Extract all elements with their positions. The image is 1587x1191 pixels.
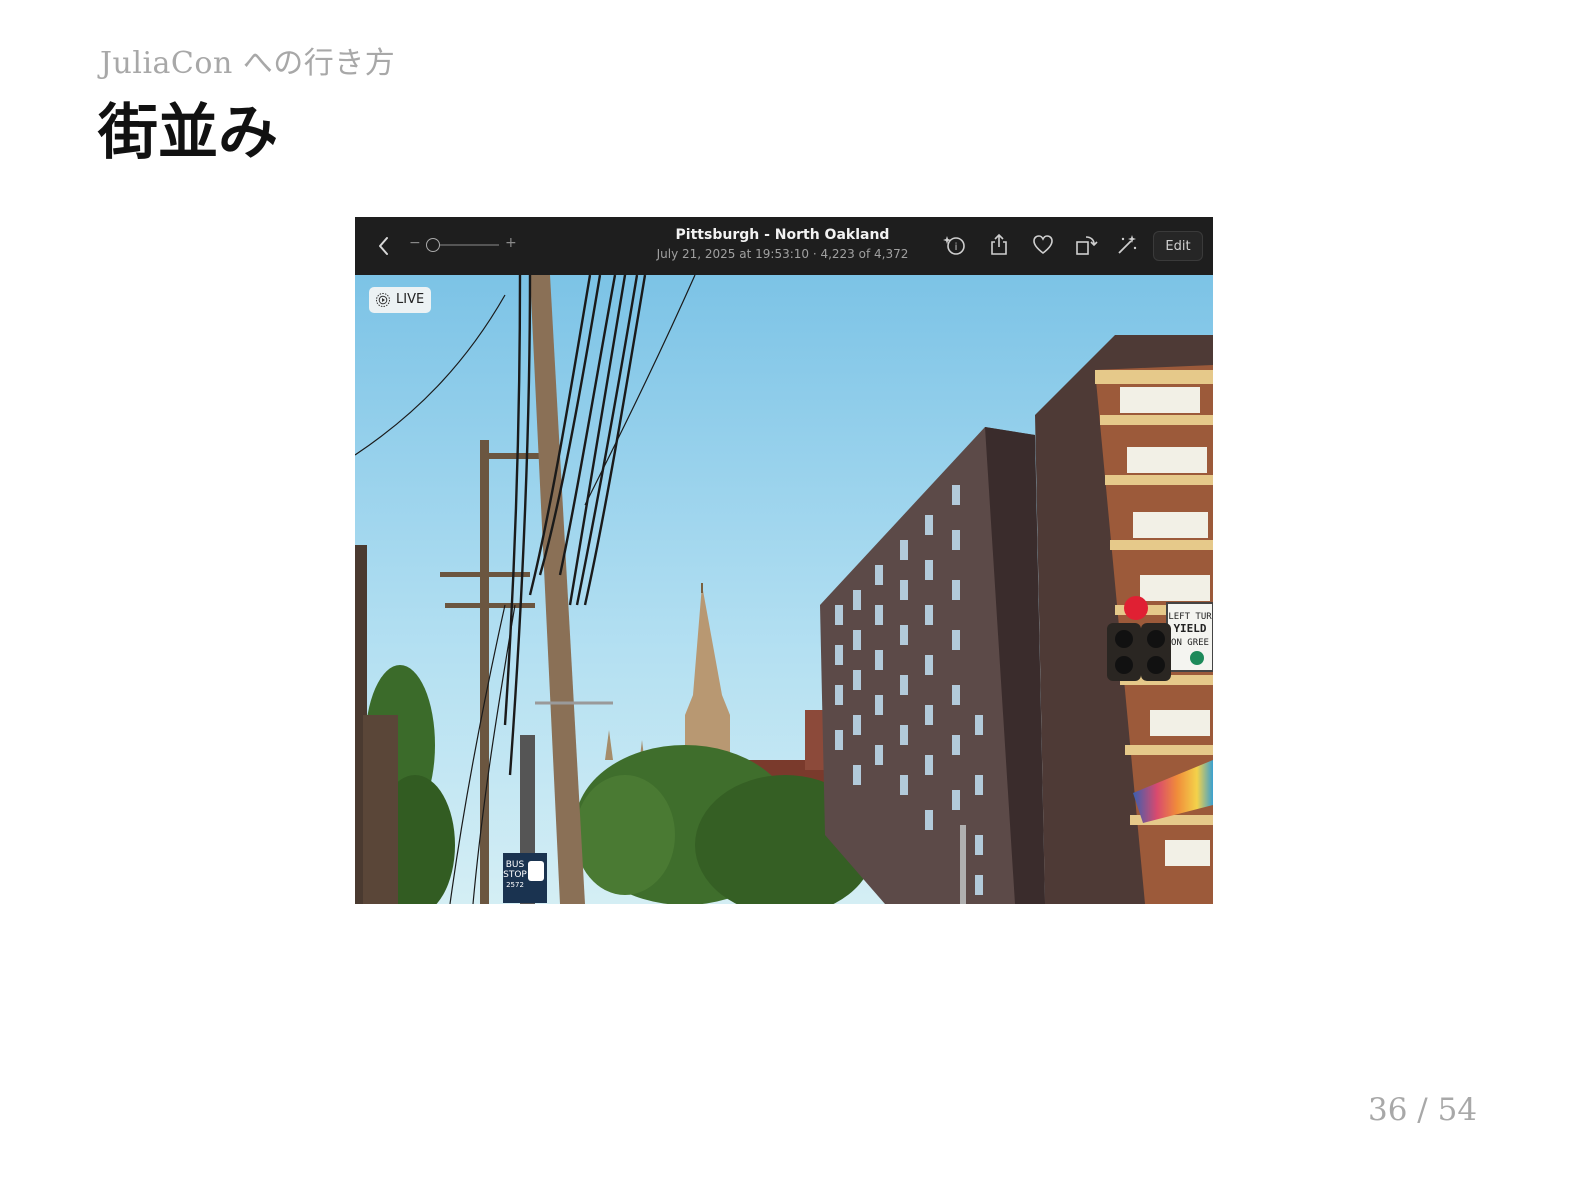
- rotate-icon[interactable]: [1074, 233, 1098, 257]
- slide-title: 街並み: [98, 98, 278, 168]
- favorite-heart-icon[interactable]: [1031, 233, 1055, 257]
- zoom-out-icon[interactable]: −: [409, 235, 421, 251]
- zoom-slider-knob[interactable]: [426, 238, 440, 252]
- photo-viewer-toolbar: − + Pittsburgh - North Oakland July 21, …: [355, 217, 1213, 275]
- bus-stop-line-2: STOP: [503, 870, 527, 880]
- slide-subtitle: JuliaCon への行き方: [100, 46, 396, 81]
- page-number: 36 / 54: [1368, 1092, 1478, 1128]
- live-photo-badge[interactable]: LIVE: [369, 287, 431, 313]
- photo-meta: July 21, 2025 at 19:53:10 · 4,223 of 4,3…: [656, 247, 909, 261]
- bus-stop-line-3: 2572: [506, 881, 524, 889]
- live-badge-label: LIVE: [396, 292, 425, 307]
- photos-app-window: − + Pittsburgh - North Oakland July 21, …: [355, 217, 1213, 904]
- edit-button[interactable]: Edit: [1153, 231, 1203, 261]
- street-photo-image: LEFT TUR YIELD ON GREE BUS STOP 2572: [355, 275, 1213, 904]
- yield-sign-line-3: ON GREE: [1171, 638, 1209, 648]
- auto-enhance-wand-icon[interactable]: [1115, 233, 1139, 257]
- info-sparkle-icon[interactable]: i: [943, 233, 967, 257]
- bus-stop-line-1: BUS: [506, 860, 525, 870]
- yield-sign-line-1: LEFT TUR: [1168, 612, 1212, 622]
- back-chevron-icon[interactable]: [373, 233, 395, 259]
- yield-sign-line-2: YIELD: [1173, 622, 1206, 635]
- photo-title: Pittsburgh - North Oakland: [675, 227, 890, 243]
- live-photo-icon: [376, 293, 390, 307]
- zoom-in-icon[interactable]: +: [505, 235, 517, 251]
- photo-street-view: LEFT TUR YIELD ON GREE BUS STOP 2572: [355, 275, 1213, 904]
- share-icon[interactable]: [987, 233, 1011, 257]
- svg-text:i: i: [955, 242, 958, 253]
